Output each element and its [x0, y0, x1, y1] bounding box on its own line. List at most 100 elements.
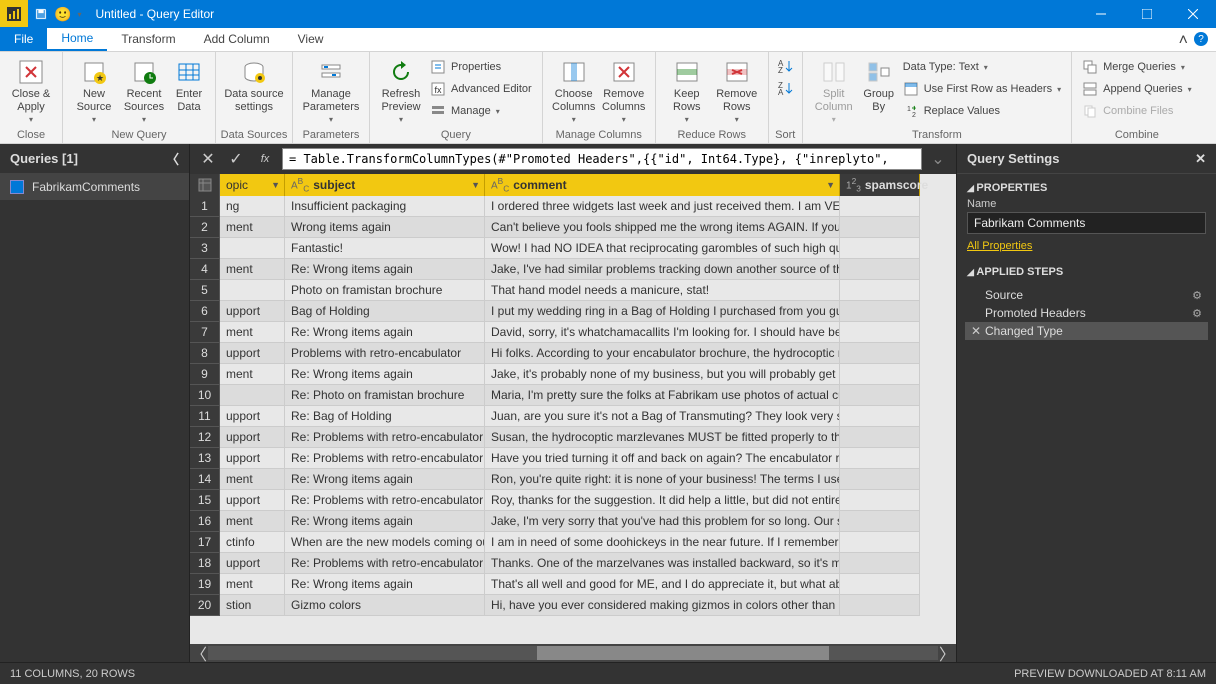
row-number[interactable]: 4: [190, 259, 220, 280]
cell-topic[interactable]: [220, 238, 285, 259]
cell-spamscore[interactable]: [840, 280, 920, 301]
remove-columns-button[interactable]: Remove Columns▾: [599, 54, 649, 124]
row-number[interactable]: 16: [190, 511, 220, 532]
cell-topic[interactable]: upport: [220, 427, 285, 448]
group-by-button[interactable]: Group By: [859, 54, 899, 113]
all-properties-link[interactable]: All Properties: [957, 234, 1216, 258]
table-row[interactable]: 8upportProblems with retro-encabulatorHi…: [190, 343, 956, 364]
row-number[interactable]: 6: [190, 301, 220, 322]
table-row[interactable]: 3Fantastic!Wow! I had NO IDEA that recip…: [190, 238, 956, 259]
close-settings-icon[interactable]: ✕: [1195, 151, 1206, 167]
split-column-button[interactable]: Split Column▾: [809, 54, 859, 124]
filter-dropdown-icon[interactable]: ▼: [471, 180, 480, 190]
cell-comment[interactable]: Thanks. One of the marzelvanes was insta…: [485, 553, 840, 574]
cell-subject[interactable]: Problems with retro-encabulator: [285, 343, 485, 364]
cell-spamscore[interactable]: [840, 385, 920, 406]
cell-topic[interactable]: upport: [220, 406, 285, 427]
cell-comment[interactable]: That hand model needs a manicure, stat!: [485, 280, 840, 301]
cell-comment[interactable]: David, sorry, it's whatchamacallits I'm …: [485, 322, 840, 343]
row-number[interactable]: 1: [190, 196, 220, 217]
cell-spamscore[interactable]: [840, 511, 920, 532]
delete-step-icon[interactable]: ✕: [971, 324, 985, 338]
formula-expand-icon[interactable]: ⌄: [926, 149, 950, 169]
close-button[interactable]: [1170, 0, 1216, 28]
file-tab[interactable]: File: [0, 27, 47, 51]
cell-spamscore[interactable]: [840, 532, 920, 553]
table-row[interactable]: 11upportRe: Bag of HoldingJuan, are you …: [190, 406, 956, 427]
minimize-button[interactable]: [1078, 0, 1124, 28]
cell-topic[interactable]: upport: [220, 553, 285, 574]
formula-cancel-icon[interactable]: ✕: [196, 148, 220, 170]
cell-topic[interactable]: ment: [220, 217, 285, 238]
cell-subject[interactable]: Re: Wrong items again: [285, 469, 485, 490]
cell-spamscore[interactable]: [840, 322, 920, 343]
enter-data-button[interactable]: Enter Data: [169, 54, 209, 113]
cell-comment[interactable]: I ordered three widgets last week and ju…: [485, 196, 840, 217]
choose-columns-button[interactable]: Choose Columns▾: [549, 54, 599, 124]
cell-topic[interactable]: ctinfo: [220, 532, 285, 553]
horizontal-scrollbar[interactable]: 〈 〉: [190, 644, 956, 662]
cell-spamscore[interactable]: [840, 217, 920, 238]
scroll-track[interactable]: [208, 646, 938, 660]
cell-comment[interactable]: Have you tried turning it off and back o…: [485, 448, 840, 469]
cell-comment[interactable]: Jake, I've had similar problems tracking…: [485, 259, 840, 280]
advanced-editor-button[interactable]: fxAdvanced Editor: [426, 78, 536, 100]
cell-spamscore[interactable]: [840, 448, 920, 469]
row-number[interactable]: 8: [190, 343, 220, 364]
row-number[interactable]: 20: [190, 595, 220, 616]
cell-comment[interactable]: Susan, the hydrocoptic marzlevanes MUST …: [485, 427, 840, 448]
cell-spamscore[interactable]: [840, 364, 920, 385]
row-number[interactable]: 2: [190, 217, 220, 238]
maximize-button[interactable]: [1124, 0, 1170, 28]
cell-topic[interactable]: [220, 385, 285, 406]
collapse-queries-icon[interactable]: 〈: [166, 149, 179, 168]
cell-topic[interactable]: upport: [220, 448, 285, 469]
gear-icon[interactable]: ⚙: [1192, 289, 1202, 302]
cell-subject[interactable]: Re: Problems with retro-encabulator: [285, 448, 485, 469]
row-number[interactable]: 18: [190, 553, 220, 574]
cell-comment[interactable]: Jake, I'm very sorry that you've had thi…: [485, 511, 840, 532]
cell-topic[interactable]: upport: [220, 343, 285, 364]
row-number[interactable]: 15: [190, 490, 220, 511]
remove-rows-button[interactable]: Remove Rows▾: [712, 54, 762, 124]
filter-dropdown-icon[interactable]: ▼: [271, 180, 280, 190]
table-row[interactable]: 9mentRe: Wrong items againJake, it's pro…: [190, 364, 956, 385]
cell-subject[interactable]: Re: Bag of Holding: [285, 406, 485, 427]
recent-sources-button[interactable]: Recent Sources▾: [119, 54, 169, 124]
column-header-subject[interactable]: ABCsubject▼: [285, 174, 485, 196]
fx-icon[interactable]: fx: [252, 153, 278, 165]
table-row[interactable]: 4mentRe: Wrong items againJake, I've had…: [190, 259, 956, 280]
table-row[interactable]: 17ctinfoWhen are the new models coming o…: [190, 532, 956, 553]
add-column-tab[interactable]: Add Column: [190, 27, 284, 51]
step-changed-type[interactable]: ✕Changed Type: [965, 322, 1208, 340]
data-source-settings-button[interactable]: Data source settings: [222, 54, 286, 113]
cell-spamscore[interactable]: [840, 343, 920, 364]
row-number[interactable]: 9: [190, 364, 220, 385]
cell-topic[interactable]: [220, 280, 285, 301]
cell-subject[interactable]: Bag of Holding: [285, 301, 485, 322]
cell-spamscore[interactable]: [840, 301, 920, 322]
row-number[interactable]: 10: [190, 385, 220, 406]
table-row[interactable]: 5Photo on framistan brochureThat hand mo…: [190, 280, 956, 301]
applied-steps-section[interactable]: APPLIED STEPS: [957, 258, 1216, 282]
keep-rows-button[interactable]: Keep Rows▾: [662, 54, 712, 124]
column-header-spamscore[interactable]: 123spamscore: [840, 174, 920, 196]
append-queries-button[interactable]: Append Queries ▾: [1078, 78, 1196, 100]
qat-dropdown-icon[interactable]: ▾: [77, 10, 81, 19]
filter-dropdown-icon[interactable]: ▼: [826, 180, 835, 190]
close-apply-button[interactable]: Close & Apply▾: [6, 54, 56, 124]
cell-comment[interactable]: Wow! I had NO IDEA that reciprocating ga…: [485, 238, 840, 259]
new-source-button[interactable]: ★ New Source▾: [69, 54, 119, 124]
table-row[interactable]: 12upportRe: Problems with retro-encabula…: [190, 427, 956, 448]
table-row[interactable]: 1ngInsufficient packagingI ordered three…: [190, 196, 956, 217]
merge-queries-button[interactable]: Merge Queries ▾: [1078, 56, 1196, 78]
properties-section[interactable]: PROPERTIES: [957, 174, 1216, 198]
cell-subject[interactable]: Gizmo colors: [285, 595, 485, 616]
first-row-headers-button[interactable]: Use First Row as Headers ▾: [899, 78, 1065, 100]
sort-asc-button[interactable]: AZ: [776, 58, 794, 74]
cell-subject[interactable]: Re: Wrong items again: [285, 364, 485, 385]
column-header-comment[interactable]: ABCcomment▼: [485, 174, 840, 196]
cell-subject[interactable]: Re: Photo on framistan brochure: [285, 385, 485, 406]
refresh-preview-button[interactable]: Refresh Preview▾: [376, 54, 426, 124]
row-number[interactable]: 17: [190, 532, 220, 553]
